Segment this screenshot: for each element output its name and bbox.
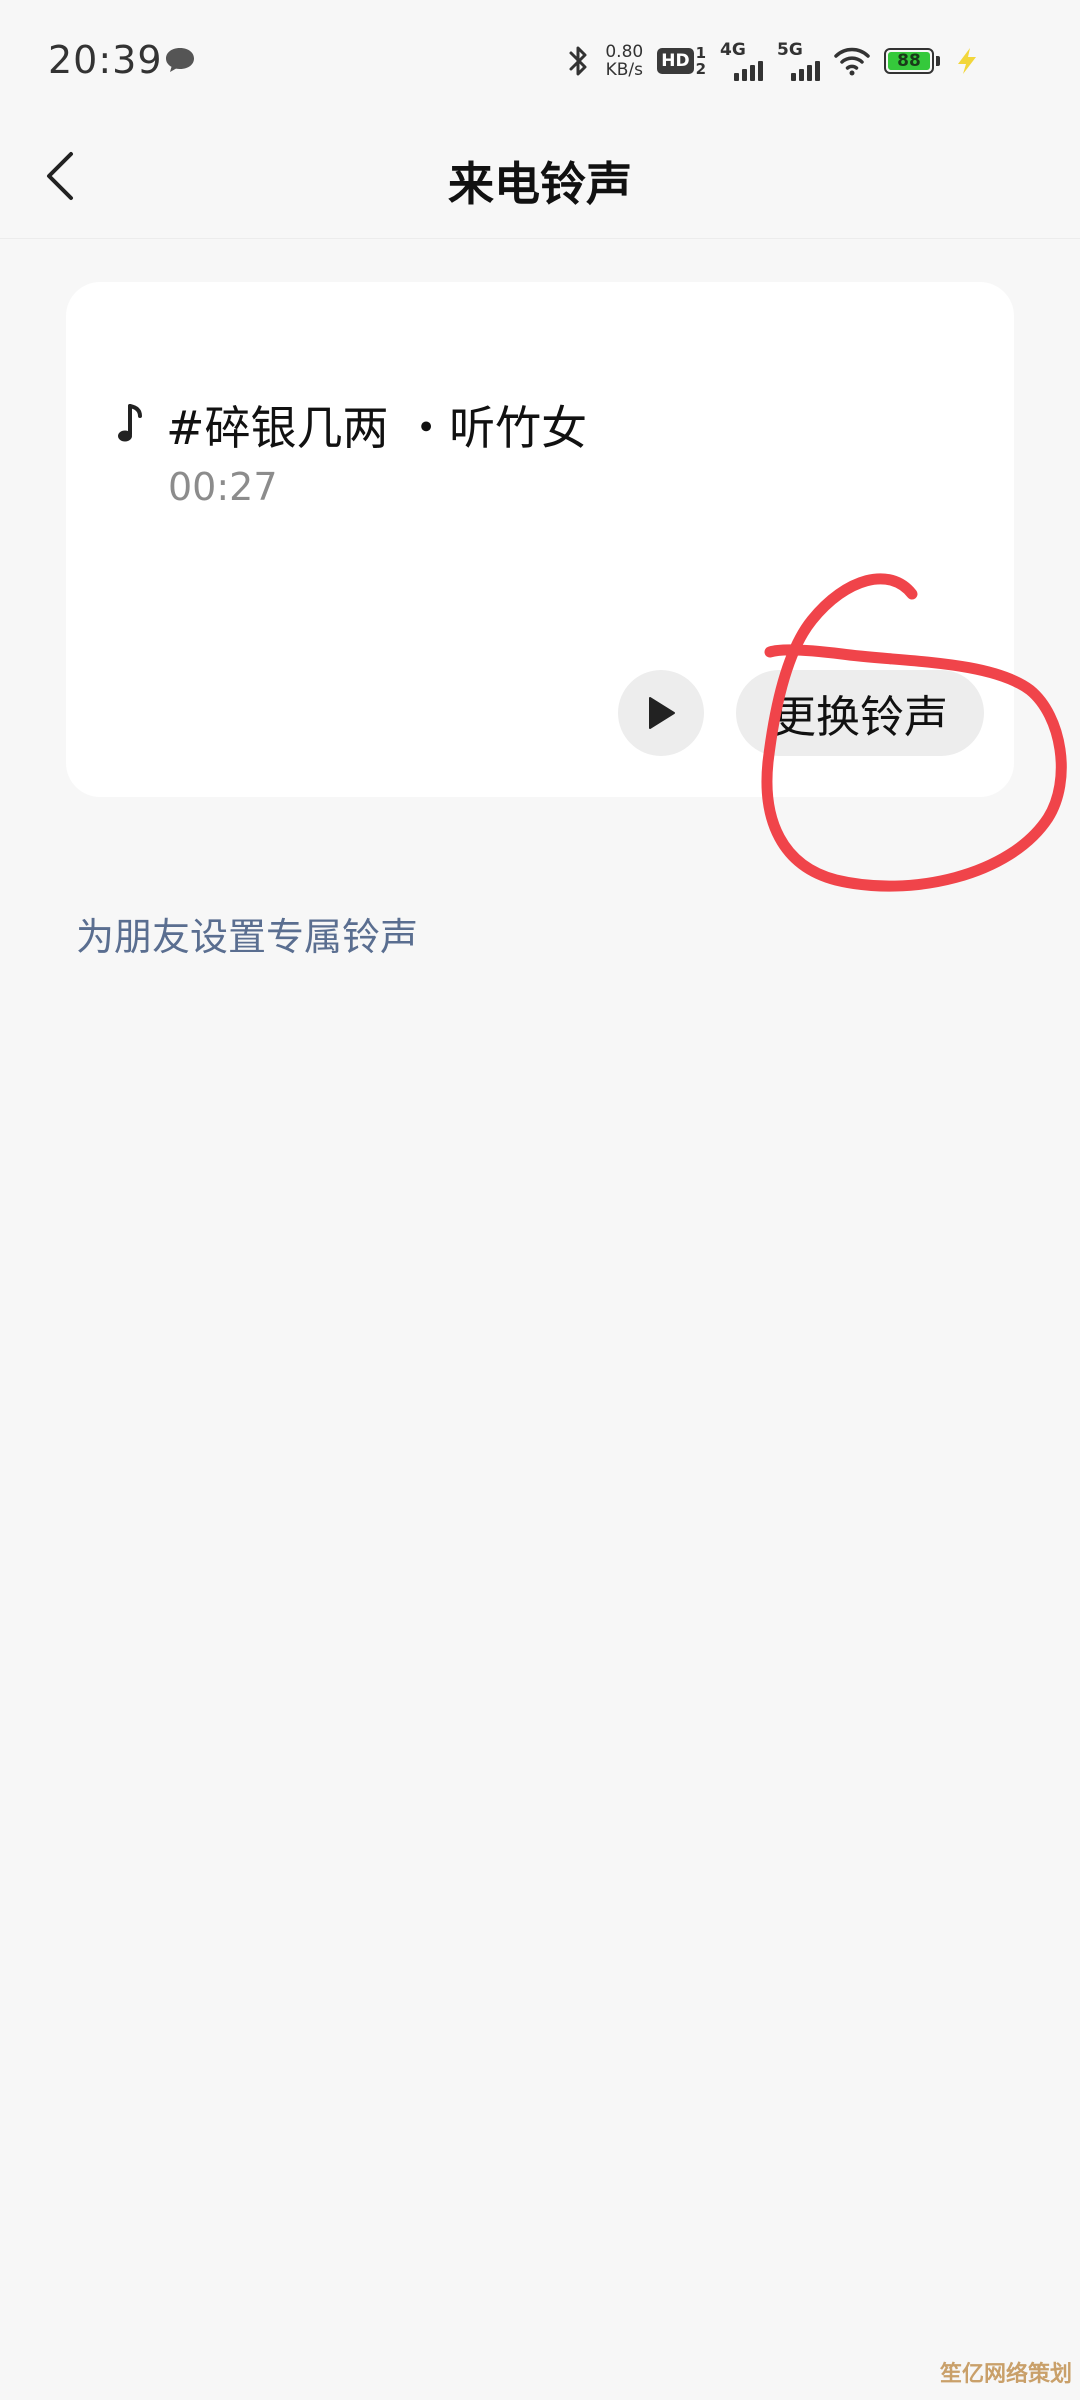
set-friend-ringtone-link[interactable]: 为朋友设置专属铃声 <box>76 906 418 961</box>
watermark: 笙亿网络策划 <box>939 2362 1072 2387</box>
ringtone-title: #碎银几两 ・听竹女 <box>166 401 588 455</box>
hd-sim-bottom: 2 <box>695 60 706 78</box>
net-speed-unit: KB/s <box>605 60 643 80</box>
hd-label: HD <box>657 48 694 74</box>
signal-5g-label: 5G <box>777 40 803 60</box>
charging-icon <box>958 48 976 74</box>
music-note-icon <box>118 404 142 442</box>
hd-sim-numbers: 1 2 <box>696 45 706 77</box>
hd-badge: HD 1 2 <box>657 45 706 77</box>
status-icons: 0.80 KB/s HD 1 2 4G 5G 88 <box>565 38 980 84</box>
page-title: 来电铃声 <box>448 157 632 211</box>
signal-5g-bars-icon <box>791 61 820 81</box>
wifi-icon <box>834 47 870 76</box>
signal-4g-label: 4G <box>720 40 746 60</box>
play-button[interactable] <box>618 670 704 756</box>
hd-sim-top: 1 <box>695 44 706 62</box>
title-bar: 来电铃声 <box>0 120 1080 239</box>
status-bar: 20:39 0.80 KB/s HD 1 2 4G 5G 88 <box>0 0 1080 120</box>
net-speed-value: 0.80 <box>605 42 644 62</box>
battery-icon: 88 <box>884 48 940 74</box>
net-speed: 0.80 KB/s <box>605 43 643 79</box>
message-icon <box>166 48 194 72</box>
signal-4g: 4G <box>720 41 763 81</box>
ringtone-duration: 00:27 <box>168 465 278 509</box>
status-time: 20:39 <box>48 38 163 82</box>
signal-5g: 5G <box>777 41 820 81</box>
current-ringtone-card: #碎银几两 ・听竹女 00:27 更换铃声 <box>66 282 1014 797</box>
bluetooth-icon <box>569 46 587 76</box>
play-icon <box>649 697 675 729</box>
battery-level: 88 <box>888 52 930 70</box>
change-ringtone-button[interactable]: 更换铃声 <box>736 670 984 756</box>
signal-4g-bars-icon <box>734 61 763 81</box>
